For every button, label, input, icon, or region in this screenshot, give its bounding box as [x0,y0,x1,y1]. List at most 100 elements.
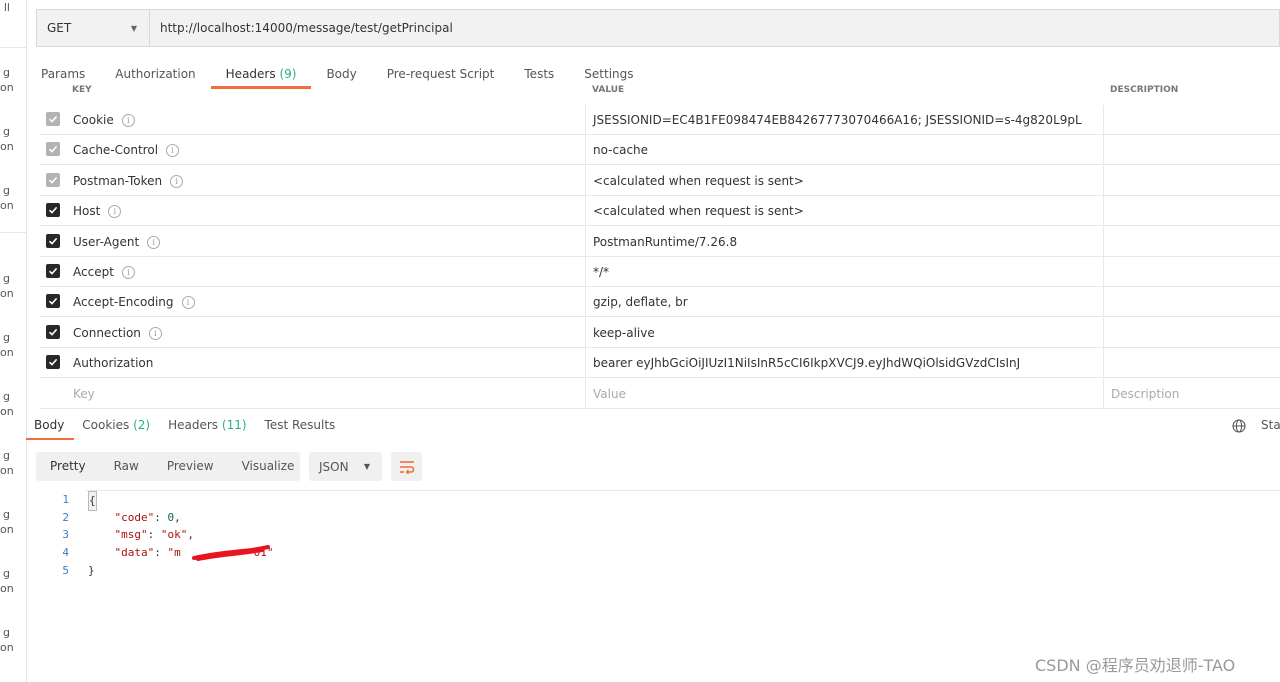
code-text: } [88,563,95,577]
row-checkbox[interactable] [46,355,60,370]
sidebar-fragment[interactable]: g [0,507,26,522]
format-select[interactable]: JSON ▼ [309,452,382,481]
checkmark-icon [48,237,58,245]
new-description-input[interactable]: Description [1111,379,1179,409]
response-tabs: Body Cookies (2) Headers (11) Test Resul… [26,410,1280,440]
sidebar-fragment[interactable]: on [0,463,26,478]
sidebar-fragment[interactable]: on [0,404,26,419]
table-row[interactable]: Cache-Control i no-cache [40,135,1280,166]
row-checkbox[interactable] [46,112,60,126]
info-icon[interactable]: i [170,174,184,188]
row-checkbox[interactable] [46,203,60,218]
sidebar-fragment[interactable]: on [0,198,26,213]
tab-response-body[interactable]: Body [26,410,75,440]
sidebar-fragment[interactable]: on [0,522,26,537]
sidebar-fragment[interactable]: on [0,581,26,596]
header-key[interactable]: Connection i [73,318,162,348]
column-separator [585,135,586,165]
sidebar-fragment[interactable]: g [0,625,26,640]
sidebar-fragment[interactable]: g [0,389,26,404]
info-icon[interactable]: i [148,326,162,340]
row-checkbox[interactable] [46,294,60,309]
tab-response-cookies[interactable]: Cookies (2) [74,410,160,440]
url-input[interactable]: http://localhost:14000/message/test/getP… [150,9,1280,47]
tab-label: Params [41,67,86,81]
header-value[interactable]: PostmanRuntime/7.26.8 [593,227,737,257]
sidebar-fragment[interactable]: g [0,183,26,198]
sidebar-fragment[interactable]: on [0,80,26,95]
new-value-input[interactable]: Value [593,379,626,409]
header-value[interactable]: bearer eyJhbGciOiJIUzI1NiIsInR5cCI6IkpXV… [593,348,1020,378]
row-checkbox[interactable] [46,172,60,187]
info-icon[interactable]: i [121,114,135,127]
header-key[interactable]: Host i [73,196,122,226]
format-label: JSON [319,459,349,474]
column-separator [585,378,586,408]
sidebar-fragment[interactable]: on [0,345,26,360]
sidebar-fragment[interactable]: g [0,566,26,581]
row-checkbox[interactable] [46,264,60,278]
header-value[interactable]: JSESSIONID=EC4B1FE098474EB84267773070466… [593,105,1082,135]
info-icon[interactable]: i [181,296,195,310]
header-key[interactable]: Accept i [73,257,135,287]
table-row[interactable]: Host i <calculated when request is sent> [40,196,1280,227]
table-row[interactable]: Cookie i JSESSIONID=EC4B1FE098474EB8426777… [40,105,1280,135]
info-icon[interactable]: i [147,235,161,249]
column-separator [1103,135,1104,165]
table-row[interactable]: User-Agent i PostmanRuntime/7.26.8 [40,226,1280,257]
header-value[interactable]: no-cache [593,135,648,165]
header-key[interactable]: Accept-Encoding i [73,287,195,317]
info-icon[interactable]: i [166,144,180,158]
header-key-text: Connection [73,325,141,340]
view-visualize-button[interactable]: Visualize [228,452,309,481]
response-body-editor[interactable]: 1{2 "code": 0, 3 "msg": "ok", 4 "data": "m… [26,490,1280,590]
sidebar-fragment[interactable]: on [0,139,26,154]
code-line: 5} [26,562,1280,580]
watermark-text: CSDN @程序员劝退师-TAO [1035,656,1236,675]
tab-response-headers[interactable]: Headers (11) [160,410,256,440]
info-icon[interactable]: i [108,205,122,219]
table-row[interactable]: Authorization bearer eyJhbGciOiJIUzI1NiIs… [40,348,1280,379]
header-value[interactable]: <calculated when request is sent> [593,166,804,196]
header-key[interactable]: Cache-Control i [73,135,180,165]
wrap-lines-button[interactable] [391,452,422,481]
header-key[interactable]: User-Agent i [73,227,161,257]
column-separator [1103,287,1104,317]
checkmark-icon [48,267,58,275]
sidebar-fragment[interactable]: g [0,124,26,139]
sidebar-fragment[interactable]: on [0,286,26,301]
header-value[interactable]: <calculated when request is sent> [593,196,804,226]
sidebar-fragment[interactable]: on [0,640,26,655]
header-value[interactable]: */* [593,257,609,287]
view-pretty-button[interactable]: Pretty [36,452,100,481]
header-key[interactable]: Postman-Token i [73,166,184,196]
info-icon[interactable]: i [121,266,135,279]
table-row[interactable]: Accept-Encoding i gzip, deflate, br [40,287,1280,318]
table-row[interactable]: Accept i */* [40,257,1280,287]
header-value[interactable]: gzip, deflate, br [593,287,688,317]
redaction-scribble [192,545,270,561]
tab-count: (9) [279,67,297,81]
header-key[interactable]: Cookie i [73,105,135,135]
sidebar-fragment[interactable]: g [0,271,26,286]
row-checkbox[interactable] [46,142,60,157]
sidebar-fragment[interactable]: g [0,448,26,463]
row-checkbox[interactable] [46,233,60,248]
response-view-controls: Pretty Raw Preview Visualize JSON ▼ [36,452,422,481]
view-preview-button[interactable]: Preview [153,452,228,481]
column-separator [1103,257,1104,286]
tab-test-results[interactable]: Test Results [257,410,346,440]
view-raw-button[interactable]: Raw [100,452,153,481]
row-checkbox[interactable] [46,324,60,339]
method-select[interactable]: GET ▼ [36,9,150,47]
sidebar-fragment[interactable]: g [0,65,26,80]
new-key-input[interactable]: Key [73,379,95,409]
header-key[interactable]: Authorization [73,348,153,378]
sidebar-fragment[interactable]: g [0,330,26,345]
globe-icon[interactable] [1232,419,1246,436]
sidebar-fragment: ll [3,1,10,14]
header-value[interactable]: keep-alive [593,318,655,348]
table-row[interactable]: Connection i keep-alive [40,317,1280,348]
table-row[interactable]: Postman-Token i <calculated when request i… [40,165,1280,196]
caret-down-icon: ▼ [130,23,137,33]
